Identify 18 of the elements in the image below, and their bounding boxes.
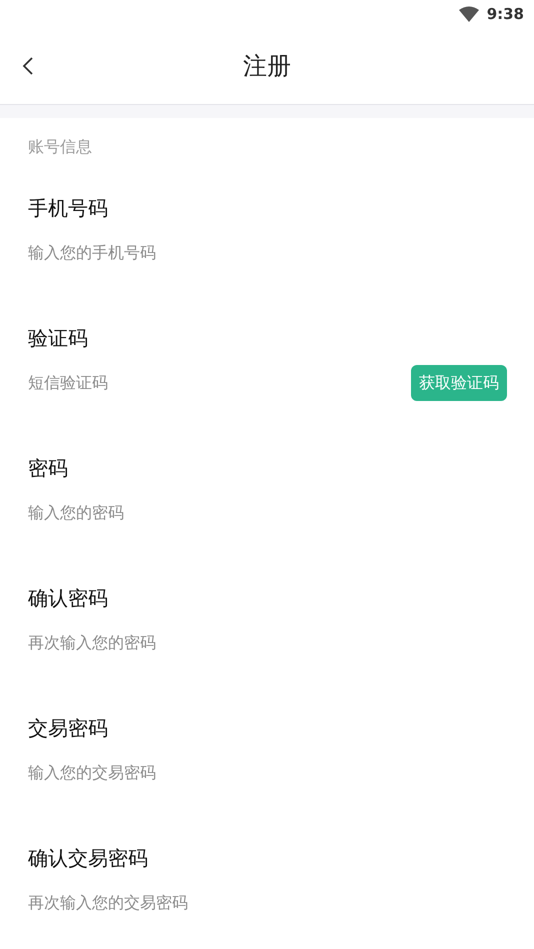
field-label: 确认密码 [28, 585, 109, 612]
status-time: 9:38 [486, 5, 524, 23]
input-field[interactable]: 短信验证码 [28, 369, 328, 397]
input-field[interactable]: 再次输入您的密码 [28, 629, 328, 657]
back-icon [22, 56, 34, 76]
field-label: 确认交易密码 [28, 845, 149, 872]
wifi-icon [458, 6, 479, 22]
input-field[interactable]: 输入您的密码 [28, 499, 328, 527]
field-label: 手机号码 [28, 195, 109, 222]
section-label: 账号信息 [28, 136, 93, 158]
page-title: 注册 [243, 51, 291, 82]
field-label: 验证码 [28, 325, 89, 352]
get-code-button[interactable]: 获取验证码 [411, 365, 507, 401]
input-field[interactable]: 输入您的手机号码 [28, 239, 328, 267]
input-field[interactable]: 再次输入您的交易密码 [28, 889, 328, 917]
field-label: 交易密码 [28, 715, 109, 742]
input-field[interactable]: 输入您的交易密码 [28, 759, 328, 787]
field-label: 密码 [28, 455, 69, 482]
